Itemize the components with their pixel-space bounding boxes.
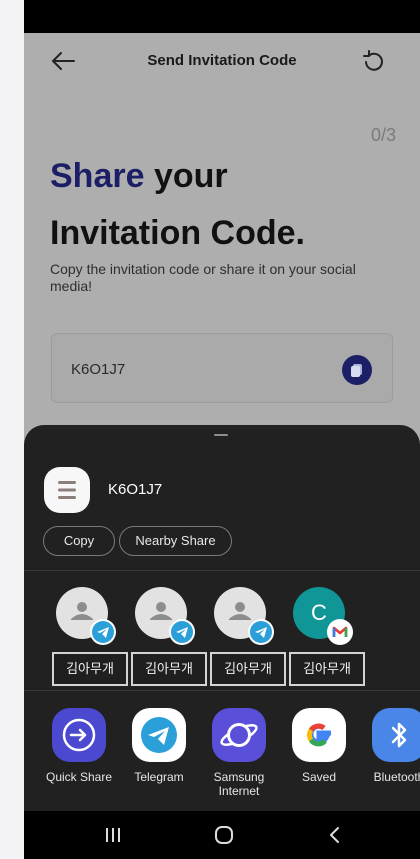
google-icon bbox=[292, 708, 346, 762]
copy-icon[interactable] bbox=[342, 355, 372, 385]
back-icon[interactable] bbox=[320, 823, 350, 847]
telegram-icon bbox=[248, 619, 274, 645]
app-telegram[interactable]: Telegram bbox=[121, 708, 197, 784]
sheet-handle[interactable] bbox=[214, 434, 228, 436]
recents-icon[interactable] bbox=[98, 823, 128, 847]
bluetooth-icon bbox=[372, 708, 420, 762]
invite-code: K6O1J7 bbox=[71, 361, 126, 378]
telegram-icon bbox=[132, 708, 186, 762]
contact-name: 김아무개 bbox=[289, 652, 365, 686]
gmail-icon bbox=[327, 619, 353, 645]
app-google-saved[interactable]: Saved bbox=[281, 708, 357, 784]
app-label: Bluetooth bbox=[373, 770, 420, 784]
phone-screen: Send Invitation Code 0/3 Share your Invi… bbox=[24, 0, 420, 859]
divider bbox=[24, 570, 420, 571]
nearby-share-button[interactable]: Nearby Share bbox=[119, 526, 232, 556]
app-label: Samsung Internet bbox=[213, 770, 265, 798]
step-counter: 0/3 bbox=[370, 125, 396, 145]
app-header: Send Invitation Code bbox=[24, 33, 420, 89]
app-label: Telegram bbox=[134, 770, 184, 784]
share-preview-text: K6O1J7 bbox=[108, 481, 163, 498]
status-bar bbox=[24, 0, 420, 33]
document-icon bbox=[44, 467, 90, 513]
quick-share-icon bbox=[52, 708, 106, 762]
system-nav-bar bbox=[24, 811, 420, 859]
samsung-internet-icon bbox=[212, 708, 266, 762]
headline-line2: Invitation Code. bbox=[50, 214, 305, 252]
app-label: Quick Share bbox=[45, 770, 113, 784]
app-bluetooth[interactable]: Bluetooth bbox=[361, 708, 420, 784]
app-page: Send Invitation Code 0/3 Share your Invi… bbox=[24, 33, 420, 453]
telegram-icon bbox=[90, 619, 116, 645]
headline-rest: your bbox=[144, 157, 228, 195]
home-icon[interactable] bbox=[209, 823, 239, 847]
app-quick-share[interactable]: Quick Share bbox=[41, 708, 117, 784]
app-samsung-internet[interactable]: Samsung Internet bbox=[201, 708, 277, 798]
share-sheet: K6O1J7 Copy Nearby Share 김아무개 김아무개 김아무개 … bbox=[24, 425, 420, 811]
divider bbox=[24, 690, 420, 691]
refresh-icon[interactable] bbox=[360, 49, 386, 75]
copy-button[interactable]: Copy bbox=[43, 526, 115, 556]
contact-name: 김아무개 bbox=[210, 652, 286, 686]
app-label: Saved bbox=[301, 770, 337, 784]
telegram-icon bbox=[169, 619, 195, 645]
contact-name: 김아무개 bbox=[52, 652, 128, 686]
headline-accent: Share bbox=[50, 157, 145, 195]
contact-name: 김아무개 bbox=[131, 652, 207, 686]
invite-code-box: K6O1J7 bbox=[51, 333, 393, 403]
subtitle: Copy the invitation code or share it on … bbox=[50, 261, 356, 294]
headline: Share your bbox=[50, 157, 228, 196]
